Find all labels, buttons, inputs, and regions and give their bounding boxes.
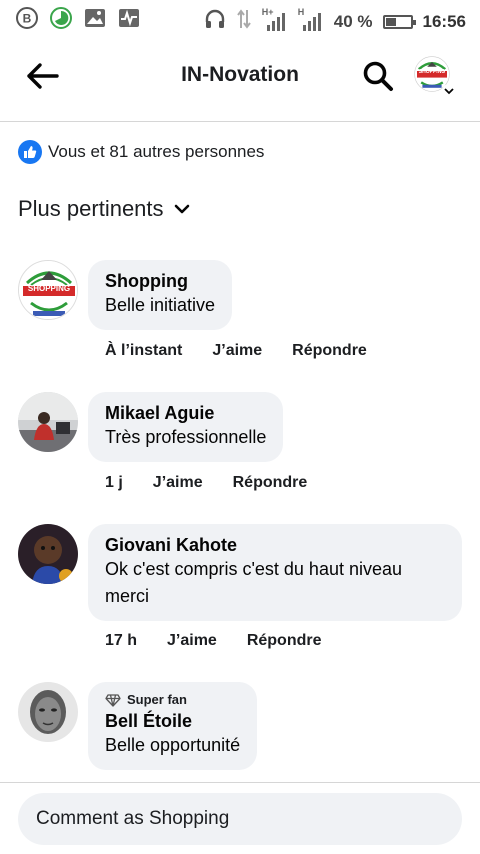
comment-bubble[interactable]: Shopping Belle initiative [88,260,233,330]
comment-bubble[interactable]: Mikael Aguie Très professionnelle [88,392,284,462]
reactions-summary[interactable]: Vous et 81 autres personnes [18,140,264,164]
status-bar: B H+ H 40 % 16:56 [0,0,480,38]
comment-author[interactable]: Giovani Kahote [105,534,445,556]
data-transfer-icon [236,8,252,35]
badge-label: Super fan [127,692,187,707]
comment-author[interactable]: Shopping [105,270,215,292]
super-fan-badge: Super fan [105,692,240,708]
chevron-down-icon [442,84,456,98]
app-header: IN-Novation SHOPPING [0,38,480,122]
search-icon [363,61,393,91]
avatar-text: SHOPPING [418,69,446,75]
headset-icon [204,8,226,35]
like-button[interactable]: J’aime [212,342,262,360]
like-reaction-icon [18,140,42,164]
comment-timestamp: 1 j [105,474,123,491]
comment-text-line-2: merci [105,586,149,606]
battery-percent: 40 % [333,11,373,31]
comment-bubble[interactable]: Giovani Kahote Ok c'est compris c'est du… [88,524,462,621]
reply-button[interactable]: Répondre [233,474,308,492]
avatar[interactable] [18,392,78,452]
page-switcher-button[interactable]: SHOPPING [414,56,456,98]
sort-dropdown[interactable]: Plus pertinents [18,196,190,222]
signal-icon-1: H+ [262,7,288,33]
like-button[interactable]: J’aime [167,632,217,650]
timer-icon [50,7,72,29]
comment-bubble[interactable]: Super fan Bell Étoile Belle opportunité [88,682,258,770]
gallery-icon [84,7,106,29]
avatar[interactable] [18,682,78,742]
sort-label: Plus pertinents [18,196,164,221]
diamond-icon [105,693,121,707]
search-button[interactable] [358,58,398,94]
comment-input[interactable] [18,793,462,845]
signal-icon-2: H [298,7,324,33]
reply-button[interactable]: Répondre [292,342,367,360]
reactions-text: Vous et 81 autres personnes [48,142,265,161]
avatar[interactable] [18,524,78,584]
comment-text: Très professionnelle [105,427,267,447]
comment-text-line-1: Ok c'est compris c'est du haut niveau [105,559,403,579]
clock: 16:56 [422,11,466,31]
comment-author[interactable]: Bell Étoile [105,710,240,732]
battery-icon [382,14,416,29]
avatar-text: SHOPPING [27,284,71,293]
svg-text:B: B [23,12,32,26]
comment-author[interactable]: Mikael Aguie [105,402,266,424]
battery-level [385,17,396,26]
comment-actions: 1 j J’aime Répondre [105,474,307,492]
comment-composer-bar [0,782,480,854]
comment-text: Belle opportunité [105,735,241,755]
chevron-down-icon [174,204,189,214]
like-button[interactable]: J’aime [153,474,203,492]
avatar[interactable]: SHOPPING [18,260,78,320]
comment-actions: À l’instant J’aime Répondre [105,342,367,360]
comment-timestamp: 17 h [105,632,138,649]
activity-icon [118,7,140,29]
blogger-icon: B [16,7,38,29]
page-title: IN-Novation [181,63,299,86]
reply-button[interactable]: Répondre [247,632,322,650]
comment-text: Belle initiative [105,295,216,315]
comment-timestamp: À l’instant [105,342,183,359]
comment-actions: 17 h J’aime Répondre [105,632,322,650]
